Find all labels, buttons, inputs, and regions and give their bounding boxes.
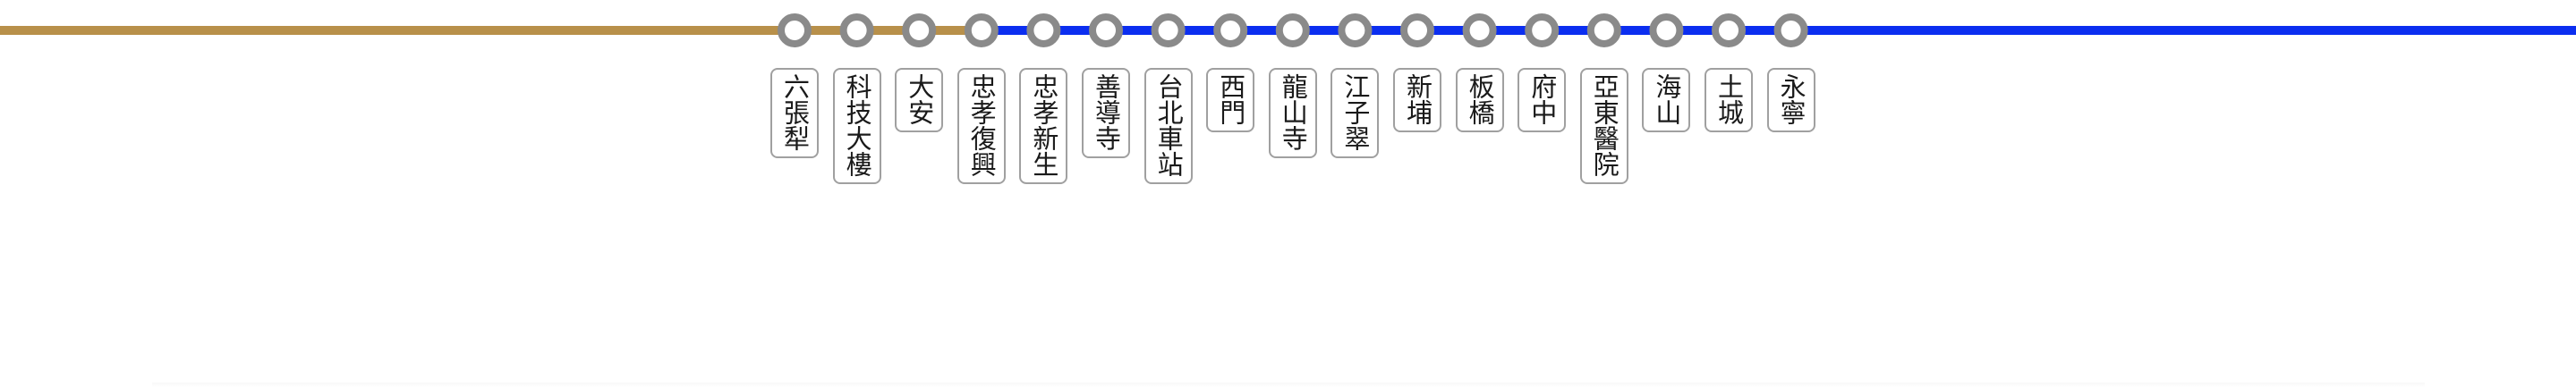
station-label[interactable]: 台北車站 <box>1143 68 1193 184</box>
station-name: 善導寺 <box>1091 73 1122 151</box>
station-name: 大安 <box>904 73 935 125</box>
station-label[interactable]: 大安 <box>895 68 944 132</box>
station-marker[interactable] <box>778 13 812 47</box>
station-label[interactable]: 海山 <box>1642 68 1691 132</box>
station-label[interactable]: 西門 <box>1206 68 1255 132</box>
station-marker[interactable] <box>1213 13 1248 47</box>
station-name: 府中 <box>1526 73 1558 125</box>
station-name: 板橋 <box>1465 73 1496 125</box>
station-marker[interactable] <box>1026 13 1061 47</box>
station-name: 亞東醫院 <box>1589 73 1620 177</box>
station-marker[interactable] <box>1586 13 1621 47</box>
route-map <box>0 13 2576 47</box>
station-name: 永寧 <box>1776 73 1807 125</box>
station-name: 新埔 <box>1402 73 1433 125</box>
station-name: 土城 <box>1713 73 1745 125</box>
station-name: 龍山寺 <box>1278 73 1309 151</box>
station-name: 西門 <box>1215 73 1246 125</box>
station-label[interactable]: 府中 <box>1518 68 1567 132</box>
station-name: 忠孝新生 <box>1028 73 1059 177</box>
station-name: 六張犁 <box>779 73 811 151</box>
station-marker[interactable] <box>964 13 999 47</box>
station-label[interactable]: 善導寺 <box>1082 68 1130 158</box>
station-name: 台北車站 <box>1153 73 1185 177</box>
station-name: 海山 <box>1651 73 1682 125</box>
station-label[interactable]: 板橋 <box>1455 68 1504 132</box>
station-marker[interactable] <box>1151 13 1186 47</box>
station-name: 忠孝復興 <box>966 73 998 177</box>
station-label[interactable]: 忠孝新生 <box>1019 68 1068 184</box>
station-marker[interactable] <box>1400 13 1434 47</box>
station-marker[interactable] <box>1525 13 1560 47</box>
station-marker[interactable] <box>839 13 874 47</box>
station-label[interactable]: 忠孝復興 <box>956 68 1006 184</box>
station-label[interactable]: 亞東醫院 <box>1579 68 1628 184</box>
station-name: 科技大樓 <box>842 73 873 177</box>
station-marker[interactable] <box>1649 13 1684 47</box>
station-label[interactable]: 江子翠 <box>1331 68 1380 158</box>
station-label[interactable]: 科技大樓 <box>832 68 881 184</box>
station-marker[interactable] <box>1089 13 1123 47</box>
station-marker[interactable] <box>1712 13 1746 47</box>
station-marker[interactable] <box>1275 13 1310 47</box>
station-label[interactable]: 土城 <box>1705 68 1753 132</box>
station-label[interactable]: 龍山寺 <box>1268 68 1317 158</box>
station-label[interactable]: 六張犁 <box>770 68 819 158</box>
station-label[interactable]: 永寧 <box>1766 68 1815 132</box>
station-marker[interactable] <box>902 13 937 47</box>
station-marker[interactable] <box>1773 13 1808 47</box>
station-label[interactable]: 新埔 <box>1393 68 1441 132</box>
station-marker[interactable] <box>1338 13 1373 47</box>
station-name: 江子翠 <box>1339 73 1371 151</box>
station-marker[interactable] <box>1462 13 1497 47</box>
